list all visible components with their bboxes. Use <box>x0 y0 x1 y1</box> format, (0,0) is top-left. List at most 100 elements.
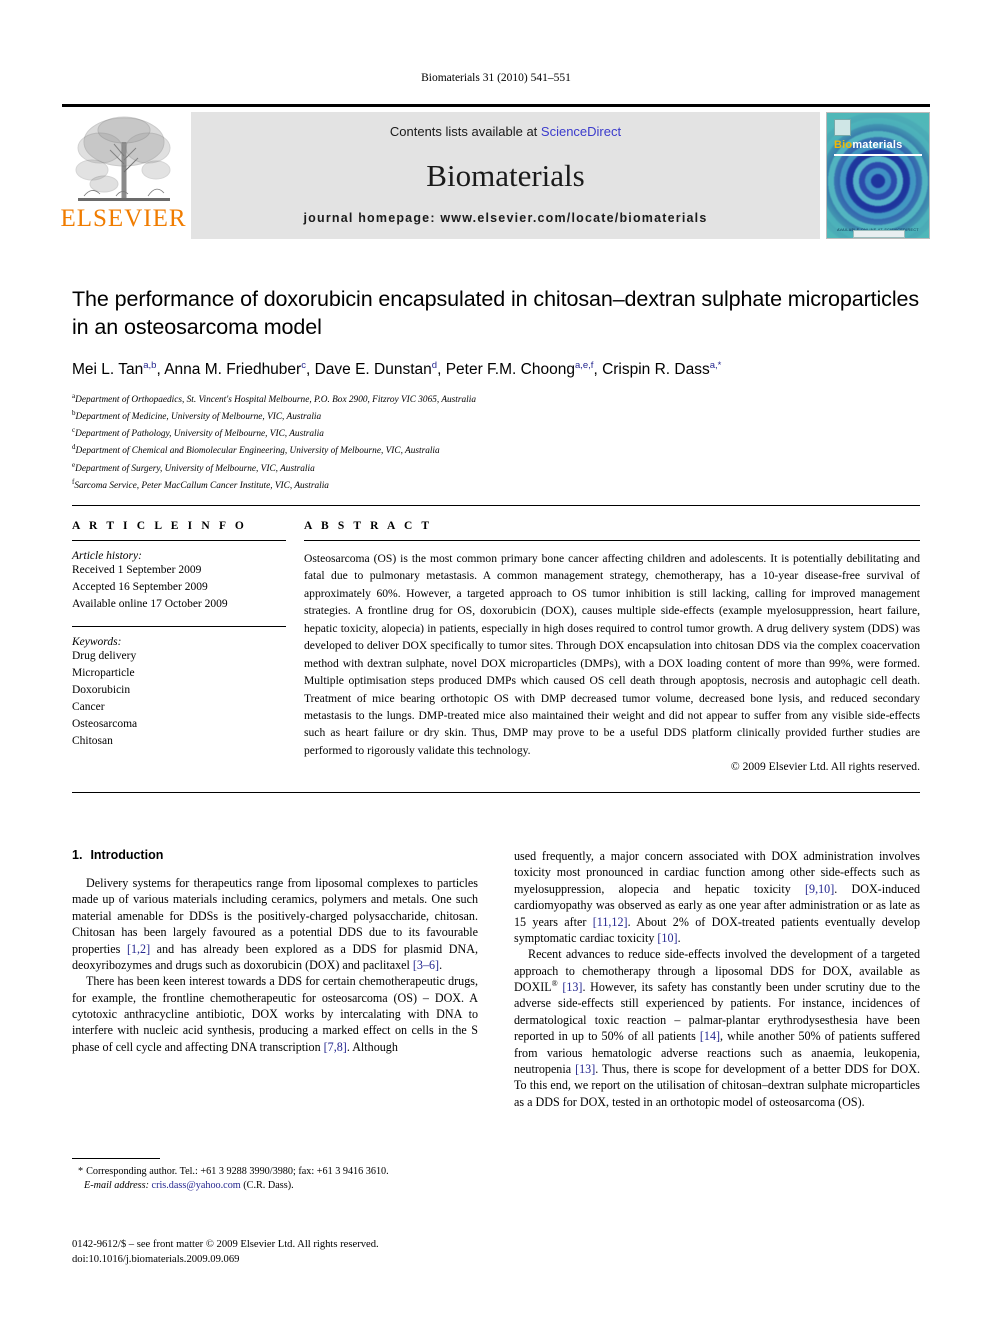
email-label: E-mail address: <box>84 1180 149 1192</box>
history-line: Accepted 16 September 2009 <box>72 581 208 594</box>
citation-ref[interactable]: [14] <box>700 1029 720 1043</box>
history-line: Available online 17 October 2009 <box>72 598 228 611</box>
article-history-label: Article history: <box>72 550 142 562</box>
author-affiliation-mark: a,b <box>143 359 157 371</box>
imprint-line-2: doi:10.1016/j.biomaterials.2009.09.069 <box>72 1254 240 1266</box>
elsevier-wordmark: ELSEVIER <box>60 205 187 232</box>
author-affiliation-mark: d <box>431 359 438 371</box>
affiliation-mark: e <box>72 460 76 469</box>
keyword-list: Drug delivery Microparticle Doxorubicin … <box>72 648 286 750</box>
cover-footer-box <box>853 230 905 238</box>
cover-title-materials: materials <box>852 139 903 151</box>
affiliation-item: dDepartment of Chemical and Biomolecular… <box>72 443 440 457</box>
keyword-item: Microparticle <box>72 667 135 680</box>
corresponding-author-footnote: * Corresponding author. Tel.: +61 3 9288 … <box>72 1158 478 1194</box>
affiliation-item: bDepartment of Medicine, University of M… <box>72 409 322 423</box>
affiliation-item: cDepartment of Pathology, University of … <box>72 426 324 440</box>
footnote-marker: * <box>78 1166 84 1177</box>
citation-ref[interactable]: [13] <box>562 980 582 994</box>
author-affiliation-mark: a,e,f <box>574 359 594 371</box>
paragraph: Delivery systems for therapeutics range … <box>72 876 478 972</box>
cover-publisher-badge-icon <box>834 119 851 136</box>
citation-ref[interactable]: [13] <box>575 1062 595 1076</box>
email-link[interactable]: cris.dass@yahoo.com <box>152 1180 241 1191</box>
sciencedirect-link[interactable]: ScienceDirect <box>541 124 621 139</box>
abstract-top-rule <box>72 505 920 506</box>
contents-prefix: Contents lists available at <box>389 124 541 139</box>
abstract-rule <box>304 540 920 541</box>
abstract-heading: A B S T R A C T <box>304 520 433 532</box>
citation-ref[interactable]: [11,12] <box>593 915 628 929</box>
imprint-line-1: 0142-9612/$ – see front matter © 2009 El… <box>72 1239 379 1250</box>
affiliation-item: fSarcoma Service, Peter MacCallum Cancer… <box>72 477 329 491</box>
journal-title: Biomaterials <box>426 158 585 193</box>
title-block: The performance of doxorubicin encapsula… <box>72 286 920 494</box>
elsevier-tree-icon <box>75 116 170 201</box>
citation-ref[interactable]: [3–6] <box>413 958 439 972</box>
author-list: Mei L. Tana,b, Anna M. Friedhuberc, Dave… <box>72 359 722 379</box>
affiliation-item: aDepartment of Orthopaedics, St. Vincent… <box>72 391 476 406</box>
abstract-column: A B S T R A C T Osteosarcoma (OS) is the… <box>304 520 920 773</box>
keyword-item: Drug delivery <box>72 650 137 663</box>
keyword-item: Chitosan <box>72 735 113 748</box>
affiliation-mark: f <box>72 477 75 486</box>
affiliation-mark: b <box>72 409 76 418</box>
footnote-rule <box>72 1158 160 1159</box>
article-history-lines: Received 1 September 2009 Accepted 16 Se… <box>72 562 286 613</box>
section-title: Introduction <box>90 848 164 862</box>
author-name: Mei L. Tan <box>72 361 144 379</box>
author-name: Crispin R. Dass <box>602 361 710 379</box>
journal-homepage[interactable]: journal homepage: www.elsevier.com/locat… <box>191 211 820 225</box>
paragraph: Recent advances to reduce side-effects i… <box>514 947 921 1109</box>
masthead-center-panel: Contents lists available at ScienceDirec… <box>191 112 820 239</box>
email-owner: (C.R. Dass). <box>243 1180 294 1192</box>
journal-masthead: ELSEVIER Contents lists available at Sci… <box>60 104 930 239</box>
elsevier-logo: ELSEVIER <box>60 112 187 239</box>
footnote-email-line: E-mail address: cris.dass@yahoo.com (C.R… <box>72 1179 478 1193</box>
author-affiliation-mark: a,* <box>709 359 722 371</box>
abstract-text: Osteosarcoma (OS) is the most common pri… <box>304 552 920 757</box>
running-head: Biomaterials 31 (2010) 541–551 <box>421 72 571 84</box>
history-line: Received 1 September 2009 <box>72 564 202 576</box>
article-info-and-abstract: A R T I C L E I N F O Article history: R… <box>72 520 920 773</box>
author-name: Peter F.M. Choong <box>445 361 575 379</box>
footnote-corresponding: * Corresponding author. Tel.: +61 3 9288 … <box>72 1165 478 1179</box>
citation-ref[interactable]: [1,2] <box>127 942 150 956</box>
article-info-column: A R T I C L E I N F O Article history: R… <box>72 520 304 773</box>
keyword-item: Osteosarcoma <box>72 718 138 731</box>
paragraph: used frequently, a major concern associa… <box>514 849 920 945</box>
citation-ref[interactable]: [7,8] <box>324 1040 347 1054</box>
affiliation-list: aDepartment of Orthopaedics, St. Vincent… <box>72 391 920 494</box>
affiliation-mark: d <box>72 443 76 452</box>
keywords-label: Keywords: <box>72 636 122 649</box>
keywords-rule <box>72 626 286 628</box>
abstract-bottom-rule <box>72 792 920 793</box>
page-title: The performance of doxorubicin encapsula… <box>72 287 920 339</box>
journal-cover-thumbnail: Biomaterials AVAILABLE ONLINE AT SCIENCE… <box>826 112 930 239</box>
article-info-heading: A R T I C L E I N F O <box>72 520 247 532</box>
author-affiliation-mark: c <box>301 359 306 371</box>
keyword-item: Cancer <box>72 701 105 714</box>
affiliation-item: eDepartment of Surgery, University of Me… <box>72 460 315 474</box>
imprint-block: 0142-9612/$ – see front matter © 2009 El… <box>72 1237 572 1268</box>
abstract-copyright: © 2009 Elsevier Ltd. All rights reserved… <box>730 760 920 774</box>
author-name: Anna M. Friedhuber <box>164 361 302 379</box>
affiliation-mark: c <box>72 426 76 435</box>
keyword-item: Doxorubicin <box>72 684 131 697</box>
affiliation-mark: a <box>72 391 76 400</box>
citation-ref[interactable]: [10] <box>657 931 677 945</box>
footnote-corresponding-text: Corresponding author. Tel.: +61 3 9288 3… <box>86 1166 389 1177</box>
author-name: Dave E. Dunstan <box>314 361 432 379</box>
sciencedirect-line: Contents lists available at ScienceDirec… <box>191 124 820 139</box>
paragraph: There has been keen interest towards a D… <box>72 974 478 1054</box>
cover-title-bio: Bio <box>834 139 853 151</box>
section-heading-introduction: 1. Introduction <box>72 848 478 862</box>
body-column-right: used frequently, a major concern associa… <box>514 848 920 1110</box>
cover-divider <box>834 154 922 156</box>
article-info-rule <box>72 540 286 541</box>
citation-ref[interactable]: [9,10] <box>805 882 834 896</box>
cover-title: Biomaterials <box>834 139 902 151</box>
body-column-left: 1. Introduction Delivery systems for ther… <box>72 848 478 1055</box>
article-page: Biomaterials 31 (2010) 541–551 ELSEVIER … <box>0 0 992 1323</box>
section-number: 1. <box>72 848 83 862</box>
